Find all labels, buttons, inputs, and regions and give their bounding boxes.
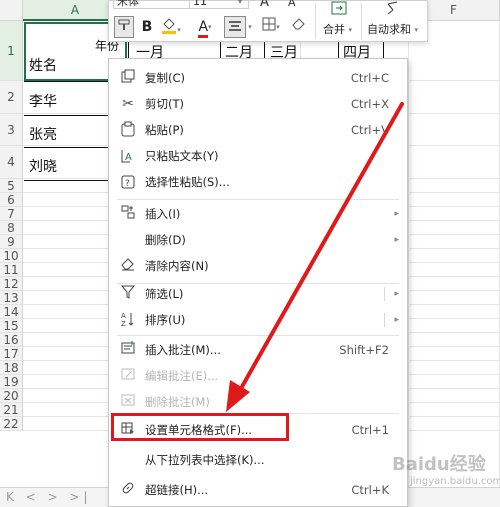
menu-item-delete-comment: 删除批注(M) [109, 389, 407, 415]
menu-item-edit-comment: 编辑批注(E)... [109, 363, 407, 389]
paste-icon [119, 121, 137, 139]
menu-item-insert-comment[interactable]: 插入批注(M)... Shift+F2 [109, 337, 407, 363]
row-header[interactable]: 19 [0, 375, 23, 389]
menu-item-paste[interactable]: 粘贴(P) Ctrl+V [109, 117, 407, 143]
row-header[interactable]: 20 [0, 389, 23, 403]
link-icon [119, 481, 137, 499]
row-header[interactable]: 13 [0, 291, 23, 305]
chevron-down-icon: ▾ [237, 0, 242, 6]
format-painter-button[interactable] [114, 16, 134, 38]
font-color-button[interactable]: A▾ [193, 16, 217, 38]
paste-special-icon: ? [119, 173, 137, 191]
sum-icon [385, 1, 401, 19]
menu-item-paste-special[interactable]: ? 选择性粘贴(S)... [109, 169, 407, 195]
font-size-select[interactable]: 11 ▾ [189, 0, 245, 9]
row-header[interactable]: 6 [0, 193, 23, 207]
mini-toolbar: 宋体 11 ▾ A A B ▾ A▾ ▾ ▾ 合并 ▾ 自动求和 ▾ [108, 0, 428, 42]
cell-a2[interactable]: 李华 [29, 91, 57, 111]
menu-item-filter[interactable]: 筛选(L) ▸ [109, 281, 407, 307]
row-header[interactable]: 9 [0, 235, 23, 249]
svg-text:?: ? [125, 179, 130, 189]
merge-icon [331, 1, 347, 19]
menu-item-insert[interactable]: 插入(I) ▸ [109, 201, 407, 227]
row-header[interactable]: 17 [0, 347, 23, 361]
row-header[interactable]: 15 [0, 319, 23, 333]
cell-a3[interactable]: 张亮 [29, 124, 57, 144]
svg-text:A: A [121, 312, 126, 320]
scissors-icon: ✂ [122, 96, 134, 112]
menu-item-paste-text[interactable]: A 只粘贴文本(Y) [109, 143, 407, 169]
format-painter-icon [118, 19, 130, 30]
filter-icon [119, 285, 137, 303]
menu-item-pick-from-list[interactable]: 从下拉列表中选择(K)... [109, 447, 407, 473]
increase-font-button[interactable]: A [260, 0, 269, 9]
row-header[interactable]: 5 [0, 179, 23, 193]
row-header[interactable]: 7 [0, 207, 23, 221]
menu-item-sort[interactable]: AZ 排序(U) ▸ [109, 307, 407, 333]
merge-button[interactable]: 合并 ▾ [323, 21, 352, 37]
fill-bucket-icon [162, 18, 177, 34]
submenu-arrow-icon: ▸ [394, 209, 399, 219]
eraser-icon [292, 18, 305, 30]
row-header[interactable]: 21 [0, 403, 23, 417]
watermark-url: jingyan.baidu.com [410, 476, 500, 487]
row-header[interactable]: 12 [0, 277, 23, 291]
bold-button[interactable]: B [139, 16, 155, 38]
row-header[interactable]: 3 [0, 114, 23, 146]
border-icon [262, 17, 276, 31]
comment-icon [119, 341, 137, 359]
row-header[interactable]: 11 [0, 263, 23, 277]
submenu-arrow-icon: ▸ [394, 235, 399, 245]
paste-text-icon: A [119, 147, 137, 165]
border-button[interactable]: ▾ [259, 16, 283, 38]
row-header[interactable]: 2 [0, 81, 23, 114]
menu-item-cut[interactable]: ✂ 剪切(T) Ctrl+X [109, 91, 407, 117]
row-header[interactable]: 22 [0, 417, 23, 431]
decrease-font-button[interactable]: A [288, 0, 296, 8]
row-header[interactable]: 10 [0, 249, 23, 263]
menu-item-copy[interactable]: 复制(C) Ctrl+C [109, 65, 407, 91]
row-header[interactable]: 4 [0, 146, 23, 179]
select-all-corner[interactable] [0, 0, 23, 21]
autosum-button[interactable]: 自动求和 ▾ [367, 21, 418, 37]
highlight-box [111, 413, 289, 441]
fill-color-button[interactable]: ▾ [159, 16, 183, 38]
clear-format-button[interactable] [289, 16, 309, 38]
row-header[interactable]: 8 [0, 221, 23, 235]
cell-a4[interactable]: 刘晓 [29, 156, 57, 176]
watermark: Baidu经验 [392, 454, 486, 475]
row-header[interactable]: 18 [0, 361, 23, 375]
svg-text:Z: Z [121, 320, 126, 327]
svg-text:A: A [125, 152, 132, 163]
delete-comment-icon [119, 393, 137, 411]
row-header[interactable]: 1 [0, 21, 23, 81]
insert-icon [119, 205, 137, 223]
menu-item-clear-contents[interactable]: 清除内容(N) [109, 253, 407, 279]
menu-item-hyperlink[interactable]: 超链接(H)... Ctrl+K [109, 477, 407, 503]
align-center-icon [229, 21, 241, 31]
edit-comment-icon [119, 367, 137, 385]
copy-icon [119, 69, 137, 87]
submenu-arrow-icon: ▸ [394, 289, 399, 299]
submenu-arrow-icon: ▸ [394, 315, 399, 325]
row-header[interactable]: 14 [0, 305, 23, 319]
menu-item-delete[interactable]: 删除(D) ▸ [109, 227, 407, 253]
sort-icon: AZ [119, 311, 137, 329]
align-button[interactable] [224, 16, 246, 38]
eraser-icon [119, 257, 137, 275]
align-dropdown[interactable]: ▾ [246, 16, 254, 38]
row-header[interactable]: 16 [0, 333, 23, 347]
